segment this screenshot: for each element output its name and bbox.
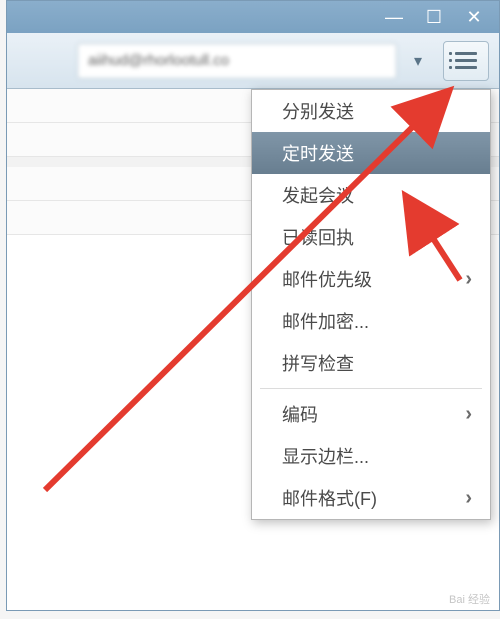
menu-item-priority[interactable]: 邮件优先级 › — [252, 258, 490, 300]
menu-item-encoding[interactable]: 编码 › — [252, 393, 490, 435]
hamburger-icon — [455, 52, 477, 55]
hamburger-icon — [455, 59, 477, 62]
menu-separator — [260, 388, 482, 389]
menu-item-read-receipt[interactable]: 已读回执 — [252, 216, 490, 258]
menu-item-label: 邮件格式(F) — [282, 485, 377, 511]
account-dropdown-caret-icon[interactable]: ▾ — [409, 43, 427, 79]
watermark: Bai 经验 — [449, 591, 490, 607]
menu-item-send-separately[interactable]: 分别发送 — [252, 90, 490, 132]
menu-item-scheduled-send[interactable]: 定时发送 — [252, 132, 490, 174]
minimize-button[interactable]: — — [375, 5, 413, 29]
chevron-right-icon: › — [465, 487, 472, 510]
options-menu-button[interactable] — [443, 41, 489, 81]
menu-item-show-sidebar[interactable]: 显示边栏... — [252, 435, 490, 477]
menu-item-label: 定时发送 — [282, 140, 354, 166]
menu-item-label: 显示边栏... — [282, 443, 369, 469]
toolbar: aiihud@rhorlootull.co ▾ — [7, 33, 499, 89]
options-dropdown-menu: 分别发送 定时发送 发起会议 已读回执 邮件优先级 › 邮件加密... 拼写检查… — [251, 89, 491, 520]
menu-item-label: 拼写检查 — [282, 350, 354, 376]
menu-item-mail-format[interactable]: 邮件格式(F) › — [252, 477, 490, 519]
menu-item-label: 发起会议 — [282, 182, 354, 208]
menu-item-start-meeting[interactable]: 发起会议 — [252, 174, 490, 216]
menu-item-encrypt[interactable]: 邮件加密... — [252, 300, 490, 342]
menu-item-label: 已读回执 — [282, 224, 354, 250]
menu-item-label: 邮件优先级 — [282, 266, 372, 292]
menu-item-label: 编码 — [282, 401, 318, 427]
menu-item-spellcheck[interactable]: 拼写检查 — [252, 342, 490, 384]
close-button[interactable]: ✕ — [455, 5, 493, 29]
account-email-display[interactable]: aiihud@rhorlootull.co — [77, 43, 397, 79]
chevron-right-icon: › — [465, 403, 472, 426]
hamburger-icon — [455, 66, 477, 69]
menu-item-label: 分别发送 — [282, 98, 354, 124]
chevron-right-icon: › — [465, 268, 472, 291]
menu-item-label: 邮件加密... — [282, 308, 369, 334]
titlebar: — ☐ ✕ — [7, 1, 499, 33]
app-window: — ☐ ✕ aiihud@rhorlootull.co ▾ 分别发送 定时发送 … — [6, 0, 500, 611]
maximize-button[interactable]: ☐ — [415, 5, 453, 29]
